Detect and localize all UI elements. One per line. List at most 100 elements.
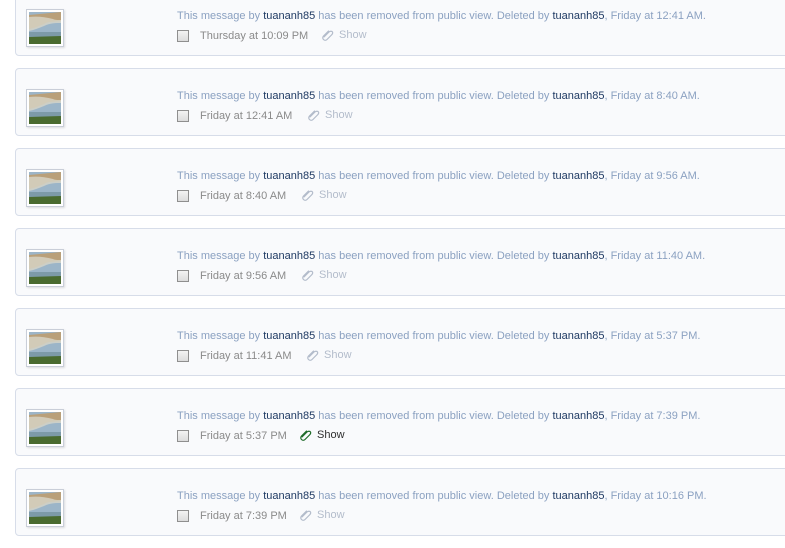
- deleted-by-link[interactable]: tuananh85: [552, 490, 604, 502]
- message-timestamp[interactable]: Friday at 8:40 AM: [200, 190, 286, 202]
- deleted-notice: This message by tuananh85 has been remov…: [177, 490, 707, 502]
- deleted-message-card: This message by tuananh85 has been remov…: [15, 148, 785, 216]
- paperclip-icon: [302, 190, 314, 201]
- message-timestamp[interactable]: Thursday at 10:09 PM: [200, 30, 308, 42]
- author-link[interactable]: tuananh85: [263, 170, 315, 182]
- notice-middle: has been removed from public view. Delet…: [318, 330, 550, 342]
- notice-middle: has been removed from public view. Delet…: [318, 250, 550, 262]
- avatar[interactable]: [26, 169, 64, 207]
- notice-prefix: This message by: [177, 90, 261, 102]
- landscape-avatar-icon: [29, 92, 61, 124]
- show-label: Show: [319, 189, 347, 201]
- show-link[interactable]: Show: [299, 507, 345, 523]
- show-label: Show: [339, 29, 367, 41]
- select-checkbox[interactable]: [177, 510, 189, 522]
- show-link[interactable]: Show: [306, 347, 352, 363]
- avatar[interactable]: [26, 409, 64, 447]
- deleted-message-card: This message by tuananh85 has been remov…: [15, 308, 785, 376]
- notice-prefix: This message by: [177, 250, 261, 262]
- paperclip-icon: [308, 110, 320, 121]
- paperclip-icon: [302, 270, 314, 281]
- author-link[interactable]: tuananh85: [263, 90, 315, 102]
- deleted-message-card: This message by tuananh85 has been remov…: [15, 228, 785, 296]
- deleted-time: , Friday at 9:56 AM.: [604, 170, 700, 182]
- deleted-notice: This message by tuananh85 has been remov…: [177, 410, 700, 422]
- show-link[interactable]: Show: [299, 427, 345, 443]
- deleted-notice: This message by tuananh85 has been remov…: [177, 10, 706, 22]
- select-checkbox[interactable]: [177, 190, 189, 202]
- avatar[interactable]: [26, 9, 64, 47]
- deleted-time: , Friday at 11:40 AM.: [604, 250, 706, 262]
- select-checkbox[interactable]: [177, 270, 189, 282]
- deleted-by-link[interactable]: tuananh85: [552, 410, 604, 422]
- deleted-notice: This message by tuananh85 has been remov…: [177, 90, 700, 102]
- message-timestamp[interactable]: Friday at 11:41 AM: [200, 350, 292, 362]
- deleted-message-card: This message by tuananh85 has been remov…: [15, 68, 785, 136]
- notice-middle: has been removed from public view. Delet…: [318, 10, 550, 22]
- author-link[interactable]: tuananh85: [263, 490, 315, 502]
- paperclip-icon: [322, 30, 334, 41]
- show-link[interactable]: Show: [301, 267, 347, 283]
- notice-prefix: This message by: [177, 10, 261, 22]
- message-timestamp[interactable]: Friday at 9:56 AM: [200, 270, 286, 282]
- show-link[interactable]: Show: [307, 107, 353, 123]
- landscape-avatar-icon: [29, 12, 61, 44]
- deleted-notice: This message by tuananh85 has been remov…: [177, 250, 705, 262]
- deleted-message-card: This message by tuananh85 has been remov…: [15, 468, 785, 536]
- show-label: Show: [317, 509, 345, 521]
- landscape-avatar-icon: [29, 172, 61, 204]
- landscape-avatar-icon: [29, 332, 61, 364]
- author-link[interactable]: tuananh85: [263, 410, 315, 422]
- select-checkbox[interactable]: [177, 30, 189, 42]
- show-label: Show: [317, 429, 345, 441]
- paperclip-icon: [300, 510, 312, 521]
- deleted-message-card: This message by tuananh85 has been remov…: [15, 388, 785, 456]
- message-timestamp[interactable]: Friday at 5:37 PM: [200, 430, 287, 442]
- deleted-by-link[interactable]: tuananh85: [552, 250, 604, 262]
- avatar[interactable]: [26, 329, 64, 367]
- show-link[interactable]: Show: [321, 27, 367, 43]
- notice-prefix: This message by: [177, 490, 261, 502]
- author-link[interactable]: tuananh85: [263, 10, 315, 22]
- landscape-avatar-icon: [29, 492, 61, 524]
- deleted-time: , Friday at 12:41 AM.: [604, 10, 706, 22]
- left-rail: [0, 0, 15, 536]
- avatar[interactable]: [26, 89, 64, 127]
- landscape-avatar-icon: [29, 252, 61, 284]
- show-link[interactable]: Show: [301, 187, 347, 203]
- author-link[interactable]: tuananh85: [263, 250, 315, 262]
- message-timestamp[interactable]: Friday at 12:41 AM: [200, 110, 292, 122]
- show-label: Show: [324, 349, 352, 361]
- show-label: Show: [325, 109, 353, 121]
- notice-middle: has been removed from public view. Delet…: [318, 410, 550, 422]
- notice-prefix: This message by: [177, 410, 261, 422]
- notice-middle: has been removed from public view. Delet…: [318, 170, 550, 182]
- deleted-time: , Friday at 10:16 PM.: [604, 490, 707, 502]
- author-link[interactable]: tuananh85: [263, 330, 315, 342]
- deleted-message-list: This message by tuananh85 has been remov…: [15, 0, 785, 548]
- notice-prefix: This message by: [177, 170, 261, 182]
- deleted-by-link[interactable]: tuananh85: [552, 90, 604, 102]
- landscape-avatar-icon: [29, 412, 61, 444]
- deleted-time: , Friday at 8:40 AM.: [604, 90, 700, 102]
- select-checkbox[interactable]: [177, 350, 189, 362]
- select-checkbox[interactable]: [177, 110, 189, 122]
- deleted-time: , Friday at 7:39 PM.: [604, 410, 701, 422]
- deleted-by-link[interactable]: tuananh85: [552, 10, 604, 22]
- avatar[interactable]: [26, 489, 64, 527]
- notice-middle: has been removed from public view. Delet…: [318, 490, 550, 502]
- paperclip-icon: [300, 430, 312, 441]
- show-label: Show: [319, 269, 347, 281]
- deleted-message-card: This message by tuananh85 has been remov…: [15, 0, 785, 56]
- deleted-by-link[interactable]: tuananh85: [552, 170, 604, 182]
- deleted-notice: This message by tuananh85 has been remov…: [177, 330, 700, 342]
- select-checkbox[interactable]: [177, 430, 189, 442]
- avatar[interactable]: [26, 249, 64, 287]
- notice-prefix: This message by: [177, 330, 261, 342]
- message-timestamp[interactable]: Friday at 7:39 PM: [200, 510, 287, 522]
- paperclip-icon: [307, 350, 319, 361]
- deleted-time: , Friday at 5:37 PM.: [604, 330, 701, 342]
- deleted-by-link[interactable]: tuananh85: [552, 330, 604, 342]
- deleted-notice: This message by tuananh85 has been remov…: [177, 170, 700, 182]
- notice-middle: has been removed from public view. Delet…: [318, 90, 550, 102]
